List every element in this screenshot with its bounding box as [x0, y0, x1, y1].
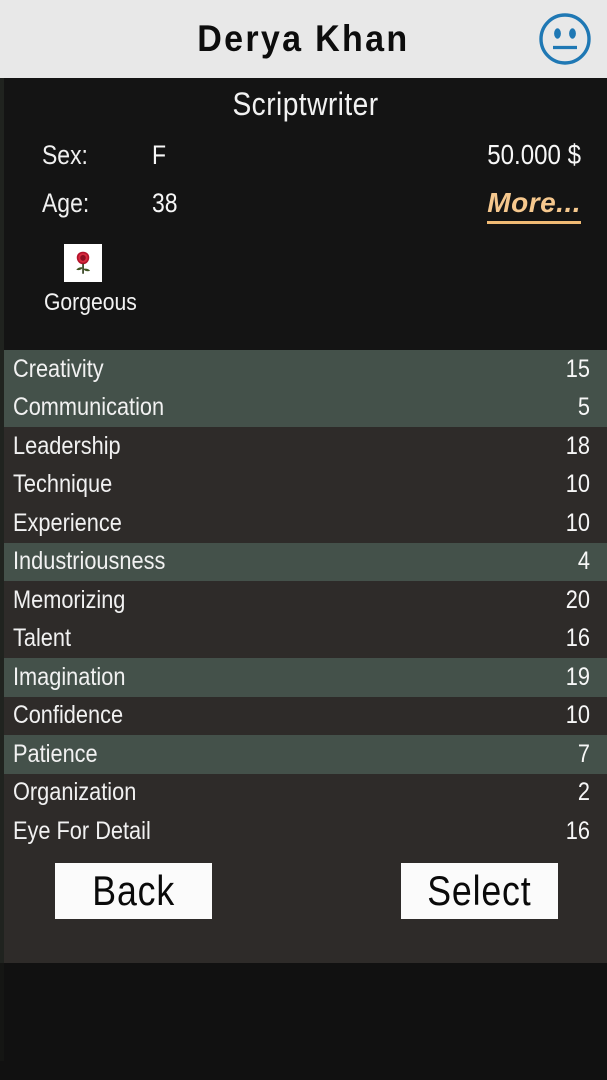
sex-value: F — [152, 140, 167, 170]
stat-value: 20 — [565, 585, 590, 614]
select-button[interactable]: Select — [401, 862, 558, 919]
character-detail-screen: Derya Khan Scriptwriter Sex: F 50.000 $ … — [0, 0, 607, 1080]
stat-row: Eye For Detail 16 — [4, 812, 607, 851]
page-title: Derya Khan — [197, 18, 410, 59]
stat-name: Experience — [13, 508, 122, 537]
age-row: Age: 38 More... — [4, 187, 607, 224]
stat-name: Technique — [13, 470, 113, 499]
stat-row: Creativity 15 — [4, 350, 607, 389]
money-value: 50.000 $ — [487, 139, 581, 170]
age-value: 38 — [152, 188, 178, 218]
select-button-label: Select — [427, 866, 532, 914]
stat-row: Organization 2 — [4, 773, 607, 812]
stat-value: 15 — [565, 354, 590, 383]
stat-value: 5 — [577, 393, 590, 422]
action-bar: Back Select — [0, 850, 607, 963]
stat-value: 10 — [565, 701, 590, 730]
stat-value: 10 — [565, 470, 590, 499]
stat-row: Communication 5 — [4, 388, 607, 427]
more-link[interactable]: More... — [487, 187, 581, 224]
stat-row: Imagination 19 — [4, 658, 607, 697]
stat-row: Patience 7 — [4, 735, 607, 774]
character-role: Scriptwriter — [232, 86, 379, 122]
trait-label: Gorgeous — [44, 289, 137, 316]
stat-value: 4 — [577, 547, 590, 576]
neutral-face-icon[interactable] — [537, 11, 593, 67]
trait-block: Gorgeous — [4, 244, 607, 317]
stat-name: Communication — [13, 393, 165, 422]
stat-name: Memorizing — [13, 585, 126, 614]
rose-icon[interactable] — [64, 244, 102, 282]
stat-value: 7 — [577, 739, 590, 768]
stat-name: Imagination — [13, 662, 126, 691]
stat-value: 2 — [577, 778, 590, 807]
age-label: Age: — [42, 188, 90, 218]
bottom-spacer — [0, 962, 607, 1061]
stat-value: 16 — [565, 816, 590, 845]
character-info-panel: Scriptwriter Sex: F 50.000 $ Age: 38 Mor… — [0, 78, 607, 350]
sex-label: Sex: — [42, 140, 88, 170]
stats-list: Creativity 15 Communication 5 Leadership 18 Te… — [0, 350, 607, 851]
stat-name: Eye For Detail — [13, 816, 151, 845]
stat-value: 19 — [565, 662, 590, 691]
title-bar: Derya Khan — [0, 0, 607, 78]
stat-row: Technique 10 — [4, 465, 607, 504]
stat-name: Leadership — [13, 431, 121, 460]
stat-name: Organization — [13, 778, 137, 807]
stat-row: Experience 10 — [4, 504, 607, 543]
back-button-label: Back — [92, 866, 175, 914]
stat-value: 18 — [565, 431, 590, 460]
stat-row: Talent 16 — [4, 619, 607, 658]
stat-name: Talent — [13, 624, 72, 653]
stat-name: Confidence — [13, 701, 124, 730]
stat-row: Memorizing 20 — [4, 581, 607, 620]
stat-name: Patience — [13, 739, 98, 768]
stat-row: Industriousness 4 — [4, 542, 607, 581]
back-button[interactable]: Back — [55, 862, 212, 919]
sex-row: Sex: F 50.000 $ — [4, 139, 607, 171]
stat-value: 10 — [565, 508, 590, 537]
stat-row: Confidence 10 — [4, 696, 607, 735]
stat-name: Industriousness — [13, 547, 166, 576]
stat-row: Leadership 18 — [4, 427, 607, 466]
stat-value: 16 — [565, 624, 590, 653]
stat-name: Creativity — [13, 354, 104, 383]
